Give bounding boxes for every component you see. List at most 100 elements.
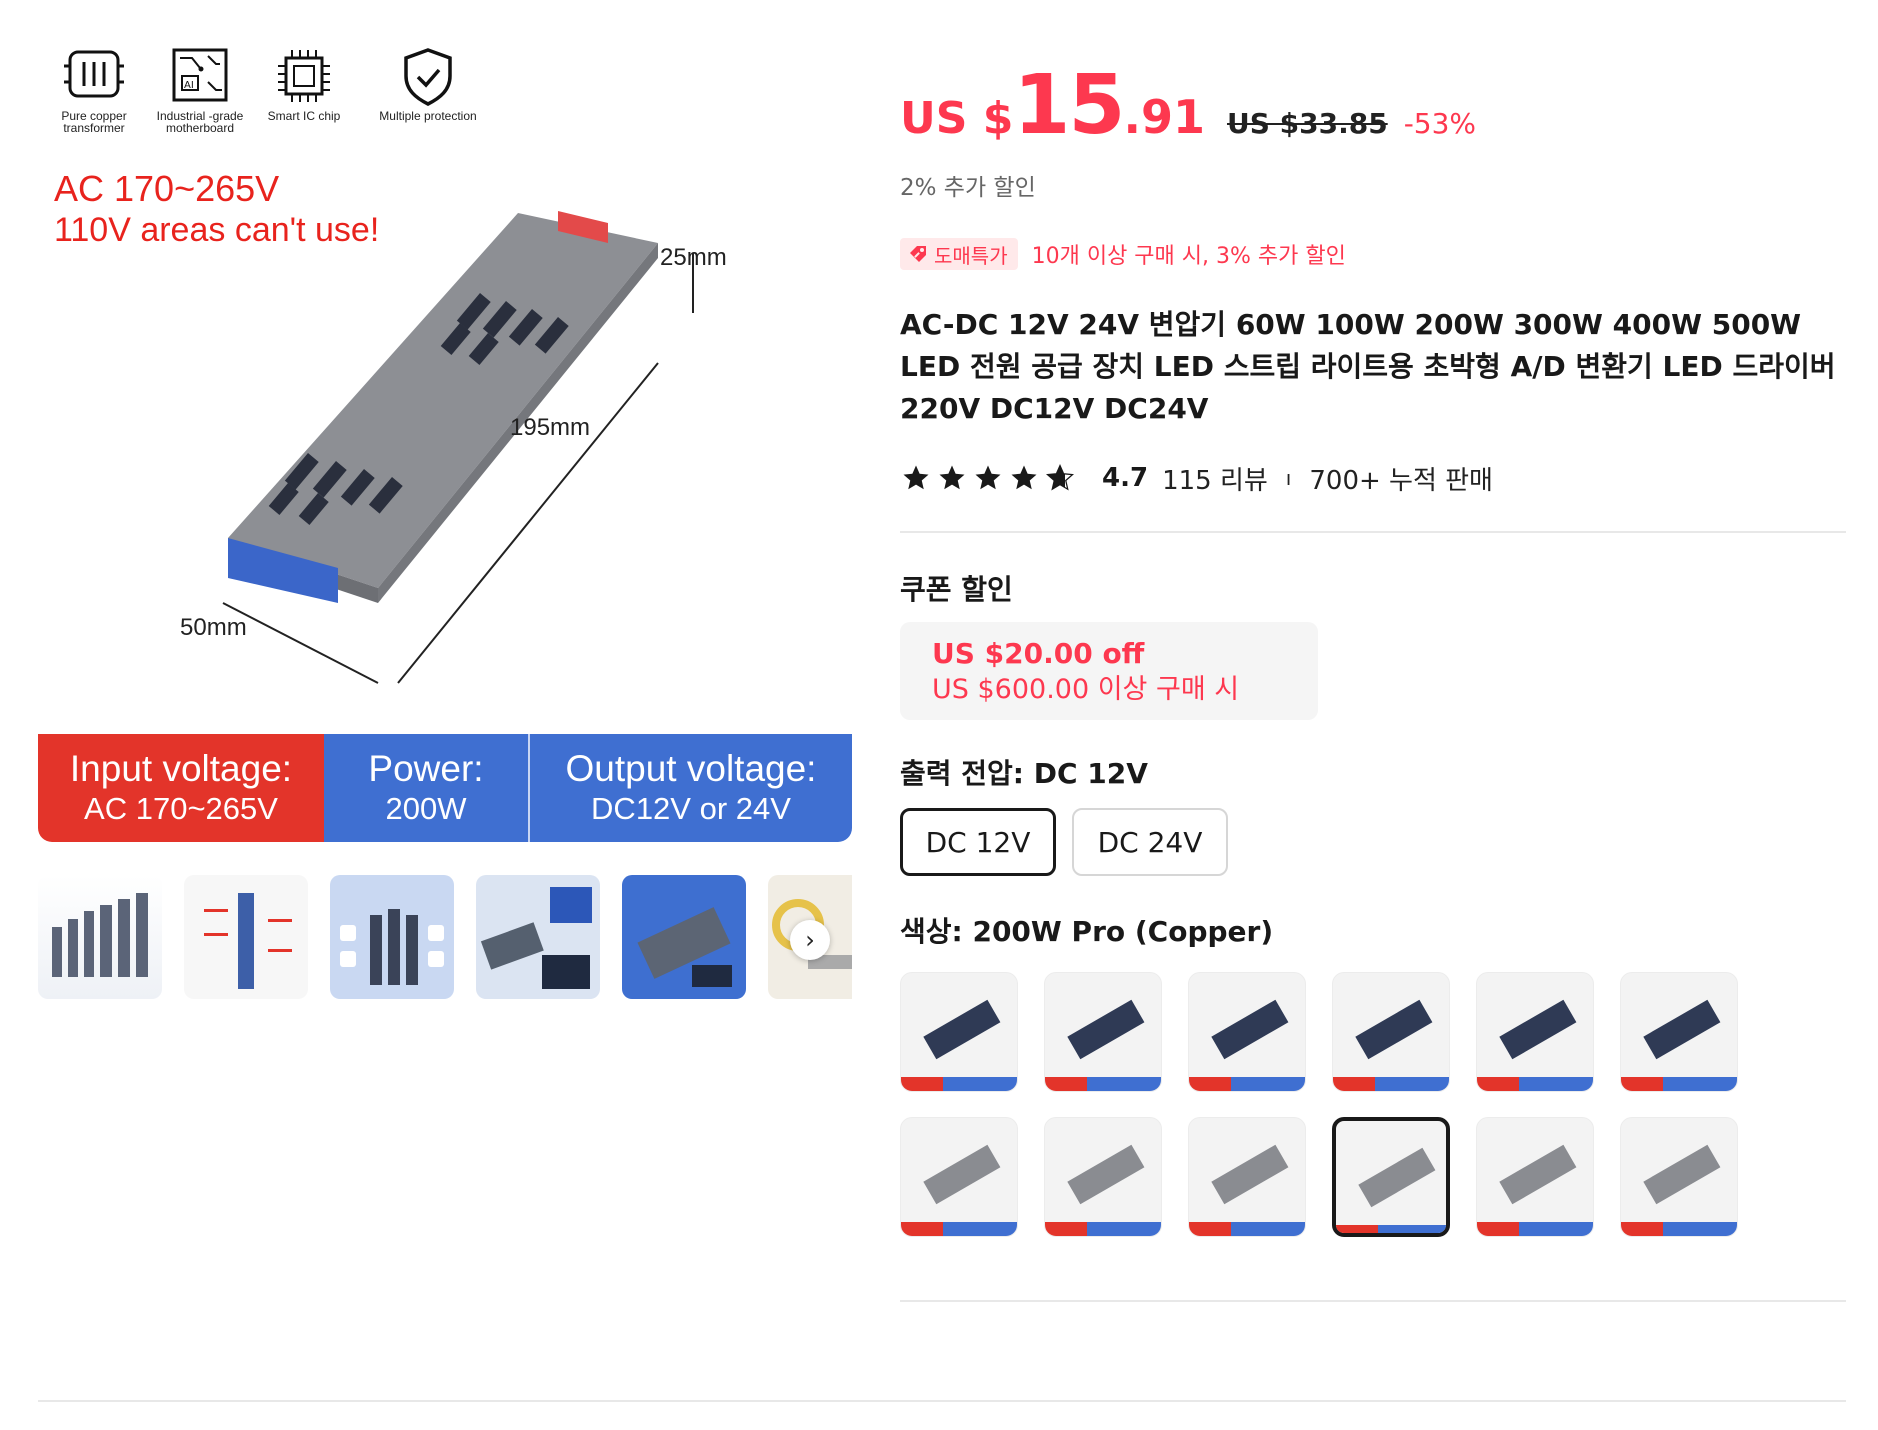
rating-separator: ı (1285, 466, 1292, 490)
thumbnail-image (637, 907, 732, 987)
wholesale-badge: 도매특가 (900, 238, 1018, 270)
swatch-image (1045, 1144, 1161, 1236)
star-icon (939, 465, 965, 490)
voltage-option-dc24v[interactable]: DC 24V (1072, 808, 1228, 876)
coupon-section-title: 쿠폰 할인 (900, 573, 1013, 606)
spec-output-voltage: Output voltage: DC12V or 24V (530, 734, 852, 842)
swatch-image (1333, 999, 1449, 1091)
spec-input-value: AC 170~265V (84, 791, 278, 826)
circuit-board-icon: AI (172, 48, 228, 102)
thumbnail-image (340, 909, 444, 985)
thumbnail-strip (38, 875, 852, 1005)
color-swatch[interactable] (900, 1117, 1018, 1237)
swatch-image (1045, 999, 1161, 1091)
thumbnail[interactable] (476, 875, 600, 999)
star-half-icon (1045, 463, 1075, 491)
coupon-condition: US $600.00 이상 구매 시 (932, 674, 1240, 705)
spec-input-label: Input voltage: (69, 748, 293, 789)
thumbnail-image (204, 893, 292, 989)
feature-copper-transformer: Pure copper transformer (34, 46, 154, 134)
voltage-label-text: 출력 전압: (900, 757, 1034, 790)
sold-count: 700+ 누적 판매 (1309, 465, 1493, 496)
product-title: AC-DC 12V 24V 변압기 60W 100W 200W 300W 400… (900, 308, 1836, 425)
spec-power-value: 200W (385, 791, 467, 826)
color-swatch[interactable] (1476, 972, 1594, 1092)
color-label: 색상: 200W Pro (Copper) (900, 910, 1273, 950)
swatch-image (1621, 1144, 1737, 1236)
dimension-height: 25mm (660, 244, 727, 271)
color-swatch[interactable] (1332, 1117, 1450, 1237)
feature-label: Industrial -grade motherboard (156, 109, 244, 135)
voltage-option-dc12v[interactable]: DC 12V (900, 808, 1056, 876)
svg-text:AI: AI (184, 80, 194, 91)
feature-label: Pure copper transformer (61, 109, 127, 135)
divider (900, 1300, 1846, 1302)
color-swatch[interactable] (900, 972, 1018, 1092)
rating-row[interactable]: 4.7 115 리뷰 ı 700+ 누적 판매 (900, 458, 1493, 498)
thumbnail-image (52, 893, 148, 977)
spec-power-label: Power: (368, 748, 484, 789)
thumbnail-next-button[interactable]: › (790, 920, 830, 960)
power-supply-illustration (222, 211, 694, 684)
chip-icon (278, 50, 330, 102)
color-swatch[interactable] (1620, 1117, 1738, 1237)
feature-label: Smart IC chip (267, 109, 341, 123)
price-integer: 15 (1013, 58, 1125, 153)
chevron-right-icon: › (805, 926, 815, 954)
spec-power: Power: 200W (324, 734, 530, 842)
thumbnail[interactable] (184, 875, 308, 999)
price-row: US $ 15 .91 US $33.85 -53% (900, 58, 1477, 153)
swatch-image (1189, 999, 1305, 1091)
swatch-image (1621, 999, 1737, 1091)
discount-percent: -53% (1403, 107, 1477, 140)
star-icon (975, 465, 1001, 490)
extra-discount: 2% 추가 할인 (900, 175, 1036, 201)
wholesale-text: 10개 이상 구매 시, 3% 추가 할인 (1031, 244, 1346, 269)
spec-output-label: Output voltage: (565, 748, 817, 789)
feature-ic-chip: Smart IC chip (244, 46, 364, 122)
color-swatch[interactable] (1044, 1117, 1162, 1237)
swatch-image (901, 999, 1017, 1091)
color-swatch[interactable] (1476, 1117, 1594, 1237)
spec-banner: Input voltage: AC 170~265V Power: 200W O… (38, 734, 852, 842)
dimension-width: 50mm (180, 614, 247, 641)
rating-score: 4.7 (1102, 463, 1149, 493)
tag-icon (910, 246, 926, 262)
color-swatch[interactable] (1620, 972, 1738, 1092)
wholesale-promo: 도매특가 10개 이상 구매 시, 3% 추가 할인 (900, 238, 1346, 270)
thumbnail-image (480, 887, 592, 989)
spec-output-value: DC12V or 24V (591, 791, 791, 826)
dimension-length: 195mm (510, 414, 591, 441)
color-swatch[interactable] (1332, 972, 1450, 1092)
coupon-card[interactable]: US $20.00 off US $600.00 이상 구매 시 (900, 622, 1318, 720)
feature-protection: Multiple protection (358, 46, 498, 122)
star-icon (1011, 465, 1037, 490)
feature-motherboard: AI Industrial -grade motherboard (140, 46, 260, 134)
coupon-amount: US $20.00 off (932, 637, 1145, 670)
color-swatch[interactable] (1188, 1117, 1306, 1237)
color-swatch[interactable] (1188, 972, 1306, 1092)
star-rating (900, 463, 1080, 493)
thumbnail[interactable] (38, 875, 162, 999)
wholesale-badge-label: 도매특가 (934, 243, 1008, 268)
copper-coil-icon (64, 50, 124, 98)
swatch-image (1336, 1147, 1446, 1233)
thumbnail[interactable] (622, 875, 746, 999)
divider (900, 531, 1846, 533)
main-product-image[interactable]: Pure copper transformer AI Industrial -g… (38, 38, 852, 848)
feature-label: Multiple protection (379, 109, 477, 123)
shield-check-icon (404, 48, 452, 106)
swatch-image (1477, 1144, 1593, 1236)
divider (38, 1400, 1846, 1402)
price-currency: US $ (900, 93, 1014, 144)
swatch-image (1189, 1144, 1305, 1236)
thumbnail[interactable] (330, 875, 454, 999)
swatch-image (901, 1144, 1017, 1236)
color-swatch[interactable] (1044, 972, 1162, 1092)
spec-input-voltage: Input voltage: AC 170~265V (38, 734, 324, 842)
review-count[interactable]: 115 리뷰 (1162, 460, 1268, 497)
color-selected-value: 200W Pro (Copper) (972, 915, 1274, 948)
swatch-image (1477, 999, 1593, 1091)
star-icon (903, 465, 929, 490)
original-price: US $33.85 (1226, 107, 1388, 140)
